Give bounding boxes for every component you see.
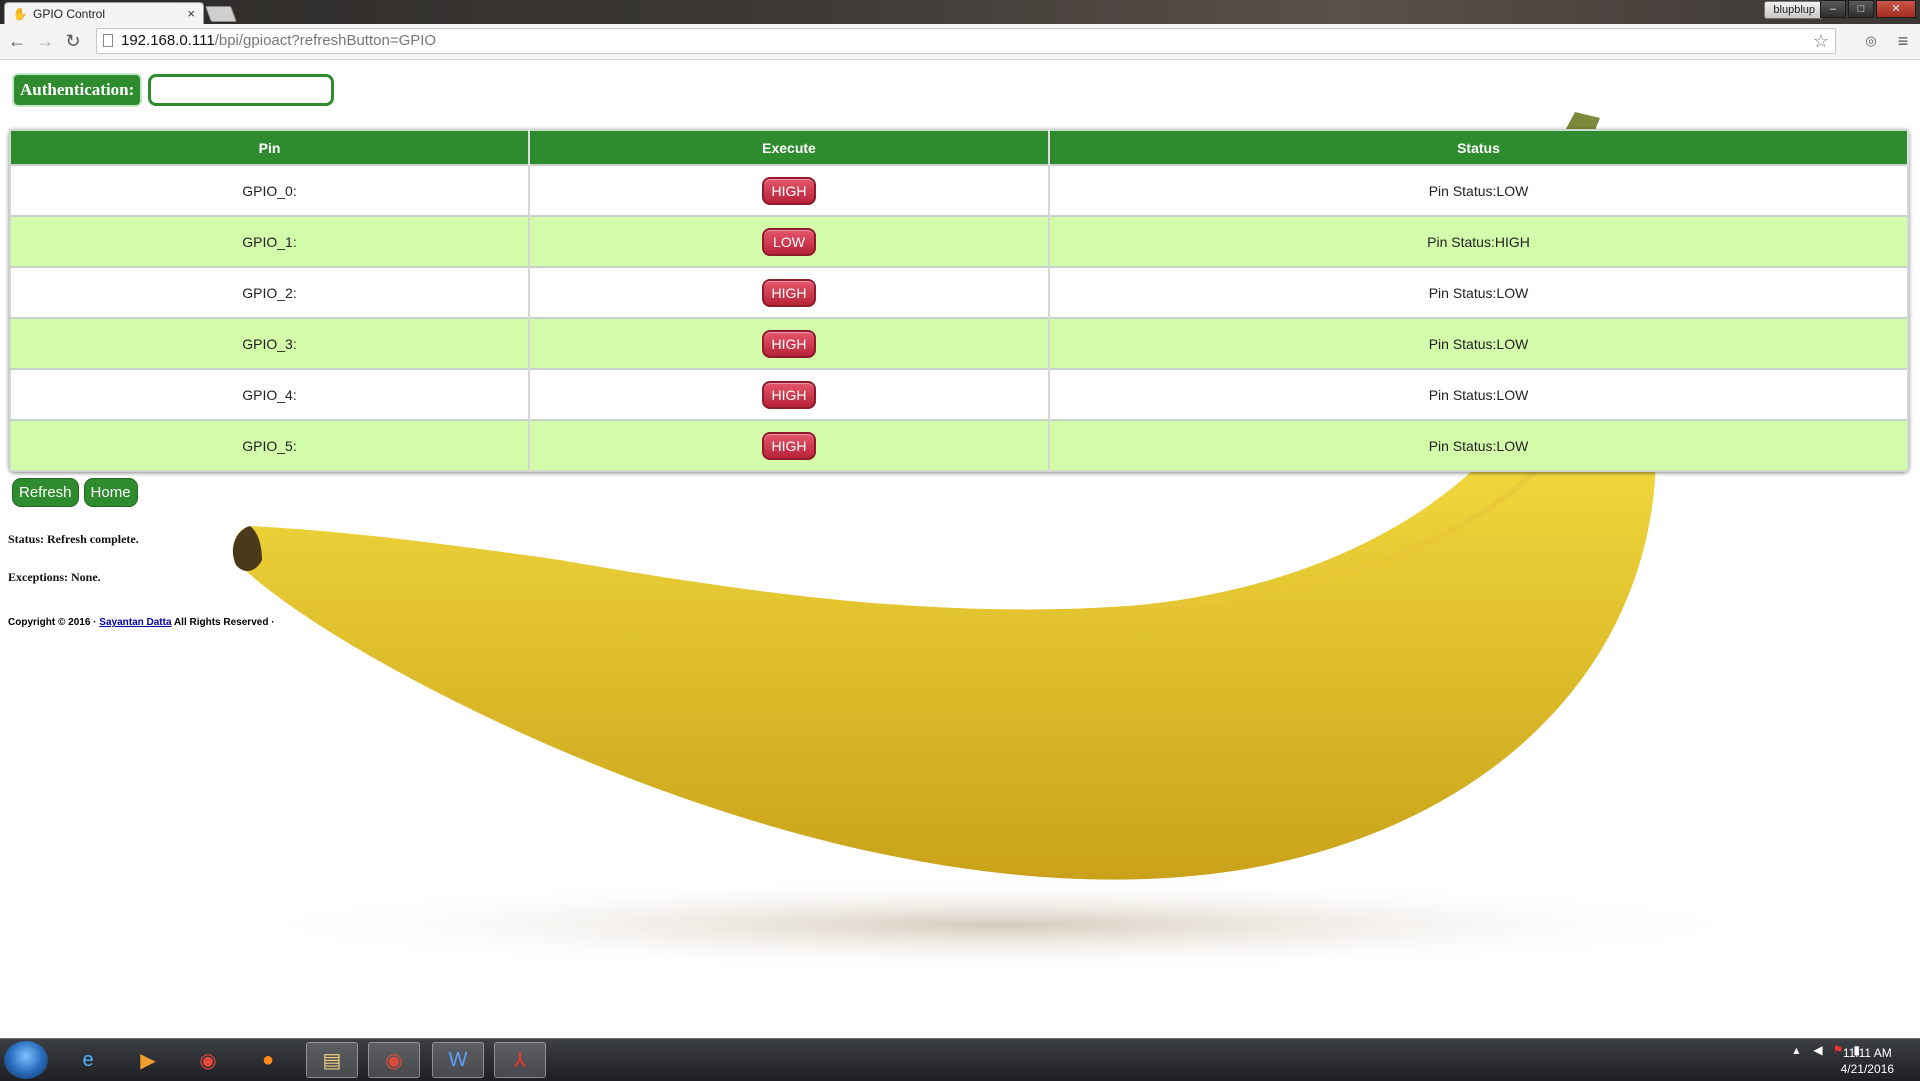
clock[interactable]: 11:11 AM 4/21/2016 xyxy=(1841,1045,1894,1077)
word-icon[interactable]: W xyxy=(432,1042,484,1078)
pin-cell: GPIO_1: xyxy=(10,215,530,267)
url-host: 192.168.0.111 xyxy=(121,32,215,49)
file-explorer-icon[interactable]: ▤ xyxy=(306,1042,358,1078)
header-pin: Pin xyxy=(10,130,530,165)
execute-cell: HIGH xyxy=(529,317,1050,369)
execute-button[interactable]: HIGH xyxy=(762,329,816,358)
gpio-table: Pin Execute Status GPIO_0: HIGH Pin Stat… xyxy=(9,129,1909,472)
execute-button[interactable]: HIGH xyxy=(762,431,816,460)
internet-explorer-icon[interactable]: e xyxy=(62,1042,114,1078)
address-bar[interactable]: 192.168.0.111/bpi/gpioact?refreshButton=… xyxy=(96,28,1836,54)
pin-cell: GPIO_0: xyxy=(10,164,530,216)
tab-title: GPIO Control xyxy=(33,6,106,21)
table-row: GPIO_4: HIGH Pin Status:LOW xyxy=(10,368,1909,420)
acrobat-icon[interactable]: ⅄ xyxy=(494,1042,546,1078)
execute-button[interactable]: LOW xyxy=(762,227,816,256)
browser-tab[interactable]: ✋ GPIO Control × xyxy=(4,2,204,24)
new-tab-button[interactable] xyxy=(205,6,237,22)
maximize-icon[interactable]: □ xyxy=(1848,0,1874,18)
exceptions-text: Exceptions: None. xyxy=(8,570,101,584)
browser-toolbar: ← → ↻ 192.168.0.111/bpi/gpioact?refreshB… xyxy=(0,24,1920,60)
table-row: GPIO_2: HIGH Pin Status:LOW xyxy=(10,266,1909,318)
pin-cell: GPIO_4: xyxy=(10,368,530,420)
extension-icon[interactable]: ◎ xyxy=(1860,30,1882,52)
chrome-icon[interactable]: ◉ xyxy=(182,1042,234,1078)
reload-icon[interactable]: ↻ xyxy=(62,30,84,52)
status-cell: Pin Status:LOW xyxy=(1049,368,1909,420)
status-cell: Pin Status:LOW xyxy=(1049,164,1909,216)
close-window-icon[interactable]: ✕ xyxy=(1876,0,1916,18)
status-text: Status: Refresh complete. xyxy=(8,532,139,546)
execute-cell: HIGH xyxy=(529,368,1050,420)
chrome-icon[interactable]: ◉ xyxy=(368,1042,420,1078)
table-header-row: Pin Execute Status xyxy=(10,130,1909,165)
page-icon xyxy=(103,34,113,47)
start-button[interactable] xyxy=(4,1041,48,1079)
status-cell: Pin Status:LOW xyxy=(1049,419,1909,471)
authentication-row: Authentication: xyxy=(12,73,335,107)
execute-cell: LOW xyxy=(529,215,1050,267)
table-row: GPIO_0: HIGH Pin Status:LOW xyxy=(10,164,1909,216)
clock-date: 4/21/2016 xyxy=(1840,1062,1894,1076)
star-icon[interactable]: ☆ xyxy=(1813,29,1829,53)
authentication-label: Authentication: xyxy=(12,73,143,107)
window-controls: – □ ✕ xyxy=(1818,0,1916,18)
show-hidden-icons-icon[interactable]: ▴ xyxy=(1793,1043,1799,1057)
execute-button[interactable]: HIGH xyxy=(762,380,816,409)
taskbar: e ▶ ◉ ● ▤ ◉ W ⅄ ▴ ◀ ⚑ ▮ 11:11 AM 4/21/20… xyxy=(0,1038,1920,1081)
profile-badge[interactable]: blupblup xyxy=(1764,1,1824,19)
volume-icon[interactable]: ◀ xyxy=(1813,1043,1822,1057)
pin-cell: GPIO_3: xyxy=(10,317,530,369)
action-buttons: Refresh Home xyxy=(12,478,143,507)
header-status: Status xyxy=(1049,130,1909,165)
banana-favicon-icon: ✋ xyxy=(12,6,28,21)
status-cell: Pin Status:LOW xyxy=(1049,266,1909,318)
forward-arrow-icon[interactable]: → xyxy=(34,30,56,52)
menu-icon[interactable]: ≡ xyxy=(1892,30,1914,52)
status-cell: Pin Status:HIGH xyxy=(1049,215,1909,267)
clock-time: 11:11 AM xyxy=(1842,1046,1892,1060)
execute-cell: HIGH xyxy=(529,419,1050,471)
copyright-prefix: Copyright © 2016 · xyxy=(8,617,97,628)
table-row: GPIO_1: LOW Pin Status:HIGH xyxy=(10,215,1909,267)
status-cell: Pin Status:LOW xyxy=(1049,317,1909,369)
execute-button[interactable]: HIGH xyxy=(762,278,816,307)
execute-cell: HIGH xyxy=(529,266,1050,318)
copyright-suffix: All Rights Reserved · xyxy=(173,617,275,628)
back-arrow-icon[interactable]: ← xyxy=(6,30,28,52)
authentication-input[interactable] xyxy=(148,74,335,106)
tab-close-icon[interactable]: × xyxy=(187,6,195,21)
url-path: /bpi/gpioact?refreshButton=GPIO xyxy=(214,32,437,49)
execute-cell: HIGH xyxy=(529,164,1050,216)
media-player-icon[interactable]: ▶ xyxy=(122,1042,174,1078)
page-content: Authentication: Pin Execute Status GPIO_… xyxy=(0,60,1920,1038)
table-row: GPIO_3: HIGH Pin Status:LOW xyxy=(10,317,1909,369)
browser-title-bar: ✋ GPIO Control × blupblup – □ ✕ xyxy=(0,0,1920,24)
pin-cell: GPIO_2: xyxy=(10,266,530,318)
author-link[interactable]: Sayantan Datta xyxy=(99,617,171,628)
table-row: GPIO_5: HIGH Pin Status:LOW xyxy=(10,419,1909,471)
execute-button[interactable]: HIGH xyxy=(762,176,816,205)
minimize-icon[interactable]: – xyxy=(1820,0,1846,18)
pin-cell: GPIO_5: xyxy=(10,419,530,471)
header-execute: Execute xyxy=(529,130,1050,165)
firefox-icon[interactable]: ● xyxy=(242,1042,294,1078)
copyright-footer: Copyright © 2016 · Sayantan Datta All Ri… xyxy=(8,617,275,628)
home-button[interactable]: Home xyxy=(83,478,138,507)
refresh-button[interactable]: Refresh xyxy=(12,478,79,507)
